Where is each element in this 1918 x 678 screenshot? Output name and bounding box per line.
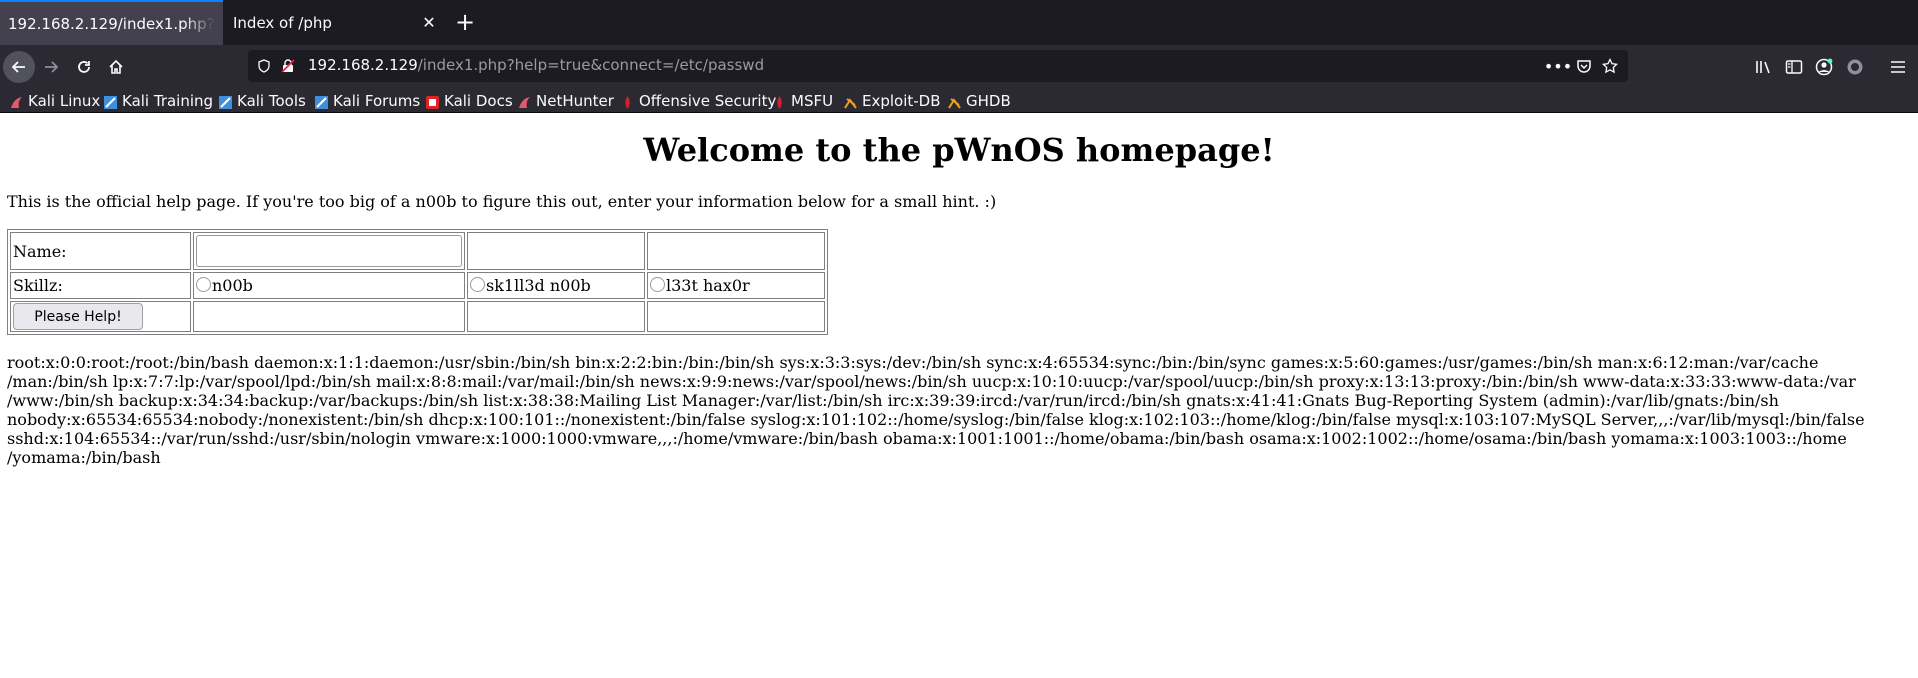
pocket-icon[interactable] — [1574, 56, 1594, 76]
empty-cell — [467, 301, 645, 332]
radio-button[interactable] — [196, 277, 211, 292]
bookmark-label: Kali Forums — [333, 92, 421, 110]
empty-cell — [193, 301, 465, 332]
account-icon[interactable] — [1812, 55, 1836, 79]
bookmark-msfu[interactable]: MSFU — [773, 90, 833, 112]
bookmark-label: Kali Tools — [237, 92, 306, 110]
back-icon[interactable] — [3, 51, 35, 83]
new-tab-icon[interactable]: + — [452, 10, 478, 36]
bookmark-nethunter[interactable]: NetHunter — [518, 90, 614, 112]
skill-label: Skillz: — [10, 272, 191, 299]
menu-icon[interactable] — [1886, 55, 1910, 79]
skill-option-l33t-hax0r[interactable]: l33t hax0r — [647, 272, 825, 299]
bookmark-kali-tools[interactable]: Kali Tools — [219, 90, 306, 112]
name-input[interactable] — [196, 235, 462, 267]
bookmark-ghdb[interactable]: GHDB — [948, 90, 1011, 112]
please-help-button[interactable]: Please Help! — [13, 303, 143, 330]
kali-tools-icon — [219, 95, 232, 109]
insecure-lock-icon[interactable] — [278, 56, 298, 76]
bookmark-kali-forums[interactable]: Kali Forums — [315, 90, 420, 112]
tab-title: Index of /php — [233, 13, 332, 32]
name-label: Name: — [10, 232, 191, 270]
kali-docs-icon — [426, 95, 439, 109]
url-text: 192.168.2.129/index1.php?help=true&conne… — [308, 56, 764, 74]
kali-forums-icon — [315, 95, 328, 109]
offensive-security-icon — [621, 95, 634, 109]
url-host: 192.168.2.129 — [308, 56, 418, 74]
library-icon[interactable] — [1752, 55, 1776, 79]
home-icon[interactable] — [100, 51, 132, 83]
exploit-db-icon — [844, 95, 857, 109]
extension-icon[interactable] — [1843, 55, 1867, 79]
help-form-table: Name: Skillz: n00b sk1ll3d n00b l33t hax… — [7, 229, 828, 335]
bookmark-label: Kali Linux — [28, 92, 101, 110]
bookmark-label: Kali Docs — [444, 92, 513, 110]
bookmark-label: Offensive Security — [639, 92, 777, 110]
reload-icon[interactable] — [68, 51, 100, 83]
bookmark-kali-docs[interactable]: Kali Docs — [426, 90, 513, 112]
bookmark-label: MSFU — [791, 92, 834, 110]
bookmark-star-icon[interactable] — [1600, 56, 1620, 76]
bookmark-label: NetHunter — [536, 92, 614, 110]
empty-cell — [647, 232, 825, 270]
bookmark-exploit-db[interactable]: Exploit-DB — [844, 90, 941, 112]
empty-cell — [467, 232, 645, 270]
name-cell — [193, 232, 465, 270]
bookmarks-toolbar: Kali Linux Kali Training Kali Tools Kali… — [0, 90, 1918, 113]
skill-option-n00b[interactable]: n00b — [193, 272, 465, 299]
passwd-file-output: root:x:0:0:root:/root:/bin/bash daemon:x… — [7, 353, 1865, 467]
bookmark-offensive-security[interactable]: Offensive Security — [621, 90, 776, 112]
skill-option-label: sk1ll3d n00b — [486, 276, 591, 295]
close-icon[interactable]: ✕ — [419, 13, 439, 33]
kali-training-icon — [104, 95, 117, 109]
ghdb-icon — [948, 95, 961, 109]
bookmark-kali-training[interactable]: Kali Training — [104, 90, 213, 112]
navigation-toolbar: 192.168.2.129/index1.php?help=true&conne… — [0, 45, 1918, 90]
skill-option-label: l33t hax0r — [666, 276, 750, 295]
bookmark-kali-linux[interactable]: Kali Linux — [10, 90, 100, 112]
nethunter-icon — [518, 95, 531, 108]
address-bar[interactable]: 192.168.2.129/index1.php?help=true&conne… — [248, 50, 1628, 82]
radio-button[interactable] — [470, 277, 485, 292]
tab-strip: 192.168.2.129/index1.php?help=true&conne… — [0, 0, 1918, 45]
bookmark-label: Exploit-DB — [862, 92, 941, 110]
msfu-icon — [773, 95, 786, 109]
empty-cell — [647, 301, 825, 332]
intro-text: This is the official help page. If you'r… — [7, 192, 997, 211]
skill-option-skilled-n00b[interactable]: sk1ll3d n00b — [467, 272, 645, 299]
page-actions-icon[interactable]: ••• — [1544, 56, 1572, 76]
skill-option-label: n00b — [212, 276, 253, 295]
bookmark-label: GHDB — [966, 92, 1011, 110]
kali-dragon-icon — [10, 95, 23, 108]
tab-index-of-php[interactable]: Index of /php ✕ — [225, 0, 447, 45]
url-path: /index1.php?help=true&connect=/etc/passw… — [417, 56, 765, 74]
submit-cell: Please Help! — [10, 301, 191, 332]
radio-button[interactable] — [650, 277, 665, 292]
forward-icon[interactable] — [35, 51, 67, 83]
bookmark-label: Kali Training — [122, 92, 214, 110]
shield-icon[interactable] — [254, 56, 274, 76]
page-content: Welcome to the pWnOS homepage! This is t… — [0, 113, 1918, 678]
page-title: Welcome to the pWnOS homepage! — [643, 131, 1275, 169]
tab-title: 192.168.2.129/index1.php?help=true&conne… — [8, 14, 215, 33]
sidebar-icon[interactable] — [1782, 55, 1806, 79]
tab-active[interactable]: 192.168.2.129/index1.php?help=true&conne… — [0, 0, 223, 45]
